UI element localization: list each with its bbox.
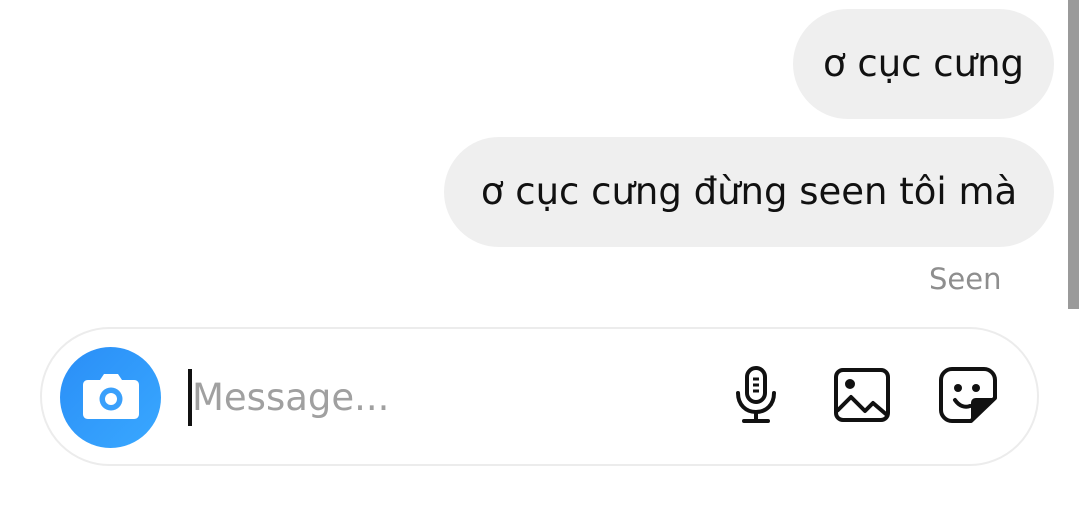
camera-icon	[82, 372, 140, 424]
message-text: ơ cục cưng đừng seen tôi mà	[480, 170, 1018, 213]
image-icon	[833, 367, 891, 427]
sticker-icon	[938, 366, 998, 428]
seen-status: Seen	[929, 262, 1002, 296]
message-bubble[interactable]: ơ cục cưng đừng seen tôi mà	[444, 137, 1054, 247]
sticker-button[interactable]	[936, 365, 1000, 429]
scrollbar[interactable]	[1068, 0, 1079, 309]
gallery-button[interactable]	[830, 365, 894, 429]
voice-message-button[interactable]	[724, 365, 788, 429]
message-composer	[40, 327, 1039, 466]
message-input[interactable]	[192, 369, 712, 426]
message-bubble[interactable]: ơ cục cưng	[793, 9, 1054, 119]
chat-screen: ơ cục cưng ơ cục cưng đừng seen tôi mà S…	[0, 0, 1079, 505]
camera-button[interactable]	[60, 347, 161, 448]
microphone-icon	[732, 365, 780, 429]
message-text: ơ cục cưng	[822, 42, 1025, 85]
